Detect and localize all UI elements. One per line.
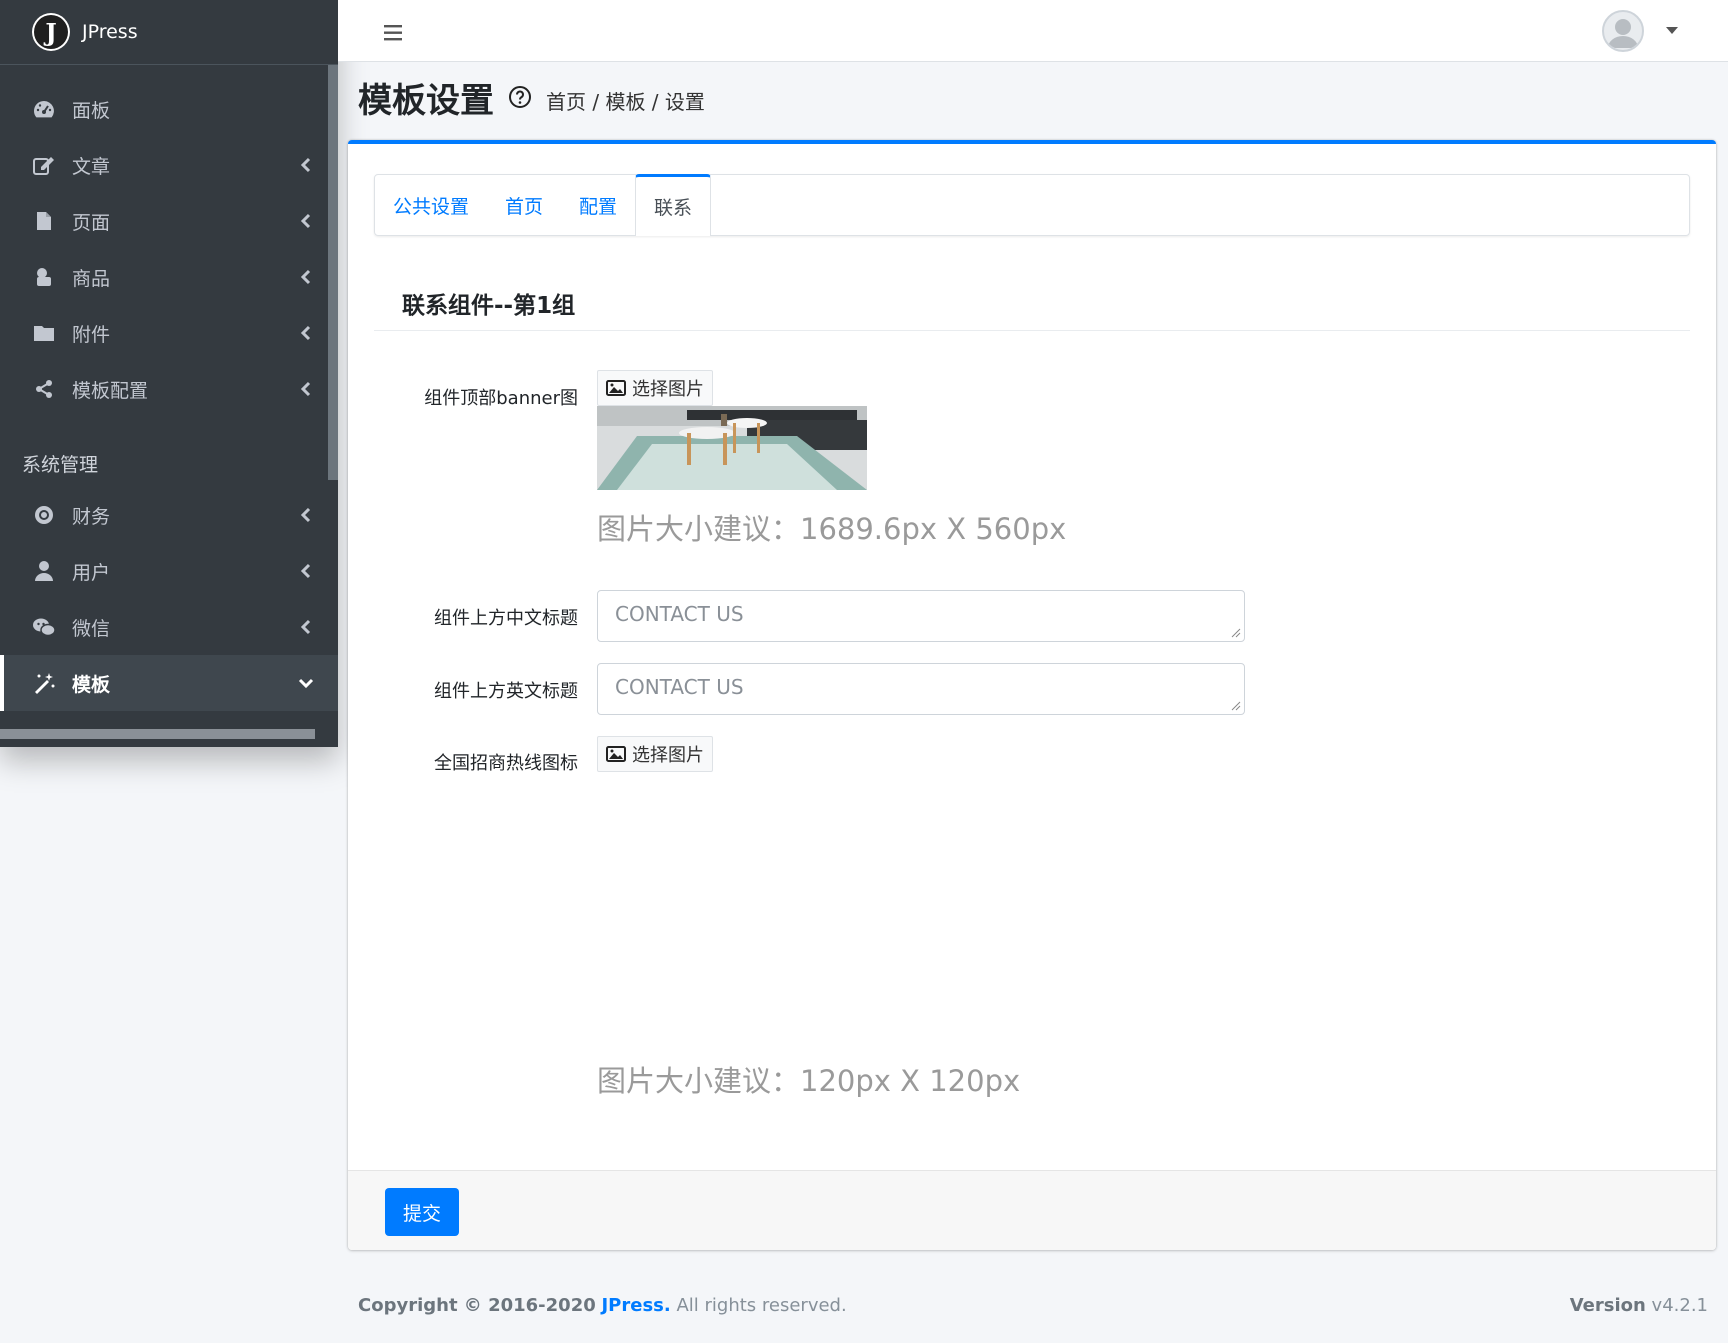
brand[interactable]: J JPress bbox=[0, 0, 338, 65]
tab-bar: 公共设置 首页 配置 联系 bbox=[374, 174, 1690, 236]
sidebar-item-finance[interactable]: 财务 bbox=[0, 487, 338, 543]
chevron-left-icon bbox=[300, 325, 311, 341]
version-label: Version bbox=[1569, 1295, 1646, 1316]
banner-size-hint: 图片大小建议：1689.6px X 560px bbox=[597, 512, 1067, 546]
copyright-prefix: Copyright © 2016-2020 bbox=[358, 1295, 596, 1316]
sidebar-item-label: 微信 bbox=[72, 617, 111, 640]
sidebar-item-users[interactable]: 用户 bbox=[0, 543, 338, 599]
tab-public-settings[interactable]: 公共设置 bbox=[375, 174, 487, 236]
tab-contact[interactable]: 联系 bbox=[635, 174, 712, 236]
copyright-suffix: All rights reserved. bbox=[676, 1295, 847, 1316]
sidebar-item-template[interactable]: 模板 bbox=[0, 655, 338, 711]
sidebar-item-attachments[interactable]: 附件 bbox=[0, 305, 338, 361]
en-title-label: 组件上方英文标题 bbox=[434, 681, 578, 702]
sidebar-scrollbar[interactable] bbox=[328, 65, 338, 480]
brand-name: JPress bbox=[82, 21, 138, 43]
submit-button[interactable]: 提交 bbox=[385, 1188, 459, 1236]
sidebar-item-label: 页面 bbox=[72, 211, 111, 234]
sidebar-horizontal-scrollbar[interactable] bbox=[0, 729, 315, 739]
banner-select-image-button[interactable]: 选择图片 bbox=[597, 370, 713, 406]
select-image-label: 选择图片 bbox=[632, 745, 704, 766]
sidebar-item-label: 模板配置 bbox=[72, 379, 149, 402]
en-title-value: CONTACT US bbox=[615, 675, 744, 699]
hamburger-menu-icon[interactable] bbox=[384, 24, 406, 42]
resize-grip-icon[interactable] bbox=[1231, 628, 1241, 638]
chevron-left-icon bbox=[300, 619, 311, 635]
user-icon bbox=[32, 559, 56, 583]
sidebar-item-label: 商品 bbox=[72, 267, 111, 290]
en-title-textarea[interactable]: CONTACT US bbox=[597, 663, 1245, 715]
sidebar-item-pages[interactable]: 页面 bbox=[0, 193, 338, 249]
section-divider bbox=[374, 330, 1690, 331]
edit-icon bbox=[32, 153, 56, 177]
card-footer: 提交 bbox=[348, 1170, 1716, 1250]
finance-icon bbox=[32, 503, 56, 527]
chevron-down-icon bbox=[298, 678, 314, 689]
settings-card: 公共设置 首页 配置 联系 联系组件--第1组 组件顶部banner图 选择图片… bbox=[348, 140, 1716, 1250]
select-image-label: 选择图片 bbox=[632, 379, 704, 400]
sidebar-item-label: 文章 bbox=[72, 155, 111, 178]
cn-title-label: 组件上方中文标题 bbox=[434, 608, 578, 629]
tab-home[interactable]: 首页 bbox=[487, 174, 561, 236]
file-icon bbox=[32, 209, 56, 233]
hotline-size-hint: 图片大小建议：120px X 120px bbox=[597, 1064, 1021, 1098]
section-title: 联系组件--第1组 bbox=[402, 293, 576, 319]
top-navbar bbox=[338, 0, 1728, 62]
hotline-icon-label: 全国招商热线图标 bbox=[434, 753, 578, 774]
sidebar-item-label: 财务 bbox=[72, 505, 111, 528]
sidebar-item-label: 用户 bbox=[72, 561, 111, 584]
brand-logo: J bbox=[32, 13, 70, 51]
user-dropdown-caret-icon[interactable] bbox=[1666, 27, 1678, 34]
chevron-left-icon bbox=[300, 157, 311, 173]
breadcrumb[interactable]: 首页 / 模板 / 设置 bbox=[546, 86, 705, 115]
banner-label: 组件顶部banner图 bbox=[424, 388, 578, 409]
sidebar-item-wechat[interactable]: 微信 bbox=[0, 599, 338, 655]
image-icon bbox=[606, 746, 626, 762]
sidebar-item-template-config[interactable]: 模板配置 bbox=[0, 361, 338, 417]
sidebar-section-header: 系统管理 bbox=[22, 454, 99, 476]
sidebar: J JPress 面板 文章 页面 商品 附件 模板配置 系统管理 财务 用户 … bbox=[0, 0, 338, 747]
sidebar-item-label: 面板 bbox=[72, 99, 111, 122]
version-info: Version v4.2.1 bbox=[1570, 1295, 1708, 1316]
cn-title-textarea[interactable]: CONTACT US bbox=[597, 590, 1245, 642]
share-icon bbox=[32, 377, 56, 401]
sidebar-item-products[interactable]: 商品 bbox=[0, 249, 338, 305]
hotline-select-image-button[interactable]: 选择图片 bbox=[597, 736, 713, 772]
resize-grip-icon[interactable] bbox=[1231, 701, 1241, 711]
page-footer: Copyright © 2016-2020 JPress. All rights… bbox=[358, 1295, 1708, 1316]
image-icon bbox=[606, 380, 626, 396]
magic-icon bbox=[32, 671, 56, 695]
chevron-left-icon bbox=[300, 507, 311, 523]
dashboard-icon bbox=[32, 97, 56, 121]
banner-thumbnail[interactable] bbox=[597, 406, 867, 490]
chevron-left-icon bbox=[300, 269, 311, 285]
sidebar-item-label: 附件 bbox=[72, 323, 111, 346]
chevron-left-icon bbox=[300, 381, 311, 397]
sidebar-item-label: 模板 bbox=[72, 673, 111, 696]
tab-config[interactable]: 配置 bbox=[561, 174, 635, 236]
copyright: Copyright © 2016-2020 JPress. All rights… bbox=[358, 1295, 847, 1316]
folder-icon bbox=[32, 321, 56, 345]
product-icon bbox=[32, 265, 56, 289]
copyright-brand-link[interactable]: JPress. bbox=[601, 1295, 670, 1316]
chevron-left-icon bbox=[300, 213, 311, 229]
cn-title-value: CONTACT US bbox=[615, 602, 744, 626]
sidebar-item-articles[interactable]: 文章 bbox=[0, 137, 338, 193]
content-header: 模板设置 首页 / 模板 / 设置 bbox=[358, 72, 705, 122]
sidebar-nav: 面板 文章 页面 商品 附件 模板配置 系统管理 财务 用户 微信 模板 bbox=[0, 65, 338, 711]
version-value: v4.2.1 bbox=[1651, 1295, 1708, 1316]
help-circle-icon[interactable] bbox=[508, 85, 532, 109]
wechat-icon bbox=[32, 615, 56, 639]
sidebar-item-dashboard[interactable]: 面板 bbox=[0, 81, 338, 137]
page-title: 模板设置 bbox=[358, 80, 494, 121]
chevron-left-icon bbox=[300, 563, 311, 579]
user-avatar[interactable] bbox=[1602, 10, 1644, 52]
